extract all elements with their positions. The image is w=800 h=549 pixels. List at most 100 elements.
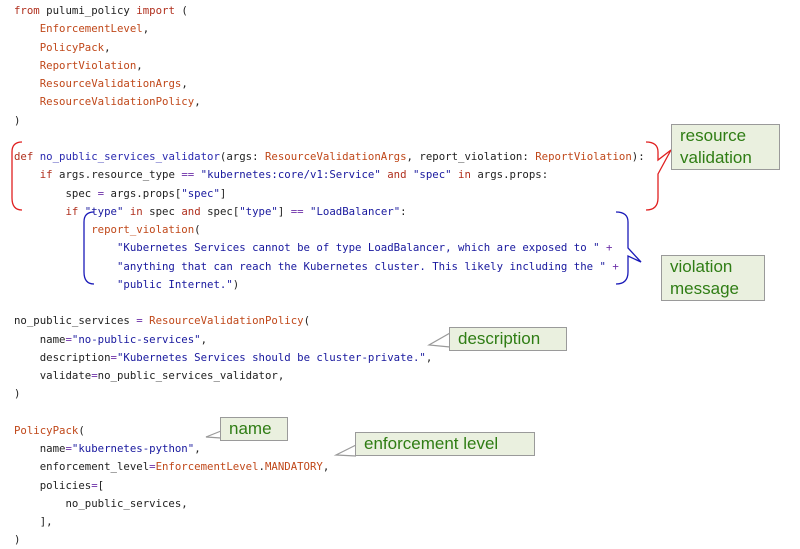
code-line: EnforcementLevel, bbox=[14, 20, 149, 38]
callout-resource-validation: resource validation bbox=[671, 124, 780, 170]
code-line: report_violation( bbox=[14, 221, 201, 239]
code-token: , bbox=[322, 460, 330, 474]
code-token: ], bbox=[14, 515, 53, 528]
code-token: "spec" bbox=[413, 168, 452, 182]
code-token: , bbox=[200, 332, 208, 346]
code-token: "LoadBalancer" bbox=[310, 204, 401, 218]
code-token: ) bbox=[232, 277, 240, 291]
code-token: ( bbox=[303, 314, 311, 328]
code-token: EnforcementLevel bbox=[155, 460, 259, 474]
code-token: name bbox=[14, 442, 66, 455]
code-token: spec[ bbox=[200, 204, 240, 218]
code-token: args.props: bbox=[470, 168, 549, 182]
code-line: ReportViolation, bbox=[14, 57, 143, 75]
code-token: PolicyPack bbox=[39, 40, 105, 54]
code-token: + bbox=[612, 259, 619, 273]
code-line: enforcement_level=EnforcementLevel.MANDA… bbox=[14, 458, 330, 476]
code-token: no_public_services_validator bbox=[39, 150, 220, 163]
code-token: "public Internet." bbox=[116, 277, 233, 291]
code-token: , bbox=[194, 95, 201, 109]
code-token: , bbox=[425, 350, 433, 364]
code-token: spec bbox=[14, 186, 98, 200]
code-line: ) bbox=[14, 531, 20, 549]
code-token: ( bbox=[194, 223, 201, 236]
code-token: "anything that can reach the Kubernetes … bbox=[116, 259, 606, 273]
code-token: if bbox=[65, 204, 79, 218]
code-token: , bbox=[136, 58, 143, 72]
code-token: ) bbox=[14, 113, 21, 127]
code-token: policies bbox=[14, 478, 92, 492]
code-token: validate bbox=[14, 369, 92, 382]
code-line: policies=[ bbox=[14, 477, 104, 495]
code-token: pulumi_policy bbox=[39, 4, 137, 17]
code-token: report_violation bbox=[91, 223, 195, 236]
code-token: no_public_services bbox=[14, 314, 137, 328]
code-line: "public Internet.") bbox=[14, 276, 239, 294]
code-token: == bbox=[290, 204, 304, 218]
code-token: ReportViolation bbox=[39, 58, 137, 72]
code-line: ResourceValidationArgs, bbox=[14, 75, 188, 93]
code-token: "spec" bbox=[181, 186, 220, 200]
callout-violation-message: violation message bbox=[661, 255, 765, 301]
code-token: ): bbox=[631, 150, 645, 163]
code-token: no_public_services, bbox=[14, 496, 188, 510]
code-token: and bbox=[387, 168, 407, 182]
code-token: spec bbox=[142, 204, 182, 218]
code-token: ReportViolation bbox=[535, 150, 632, 163]
code-token: ] bbox=[277, 204, 291, 218]
code-line: if "type" in spec and spec["type"] == "L… bbox=[14, 203, 407, 221]
code-token: , bbox=[142, 22, 150, 36]
code-token: "kubernetes:core/v1:Service" bbox=[200, 168, 381, 182]
code-token: MANDATORY bbox=[264, 460, 323, 474]
code-token: : bbox=[400, 204, 407, 218]
code-token: "type" bbox=[239, 204, 278, 218]
code-token: == bbox=[181, 168, 195, 182]
code-token: enforcement_level bbox=[14, 460, 150, 474]
code-token: "Kubernetes Services cannot be of type L… bbox=[116, 241, 600, 255]
code-token: (args: bbox=[219, 150, 265, 163]
code-token: , report_violation: bbox=[406, 150, 536, 163]
code-token: args.resource_type bbox=[52, 168, 182, 182]
code-line: from pulumi_policy import ( bbox=[14, 2, 188, 20]
code-token: ) bbox=[14, 533, 21, 547]
code-token: in bbox=[129, 204, 143, 218]
code-token: ResourceValidationPolicy bbox=[39, 95, 195, 109]
code-token: "no-public-services" bbox=[71, 332, 201, 346]
code-line: ) bbox=[14, 112, 20, 130]
code-line: no_public_services = ResourceValidationP… bbox=[14, 312, 310, 330]
code-token: ResourceValidationPolicy bbox=[149, 314, 304, 328]
code-token: description bbox=[14, 350, 111, 364]
code-token: and bbox=[181, 204, 201, 218]
code-token: ] bbox=[219, 186, 227, 200]
code-line: description="Kubernetes Services should … bbox=[14, 349, 433, 367]
code-line: ], bbox=[14, 513, 53, 531]
code-token: "Kubernetes Services should be cluster-p… bbox=[116, 350, 426, 364]
code-line: ResourceValidationPolicy, bbox=[14, 93, 201, 111]
code-token: no_public_services_validator, bbox=[97, 369, 285, 382]
code-line: spec = args.props["spec"] bbox=[14, 185, 226, 203]
callout-enforcement-level: enforcement level bbox=[355, 432, 535, 456]
code-line: "Kubernetes Services cannot be of type L… bbox=[14, 239, 612, 257]
code-token: , bbox=[194, 442, 201, 455]
code-token: ( bbox=[78, 423, 85, 437]
code-line: "anything that can reach the Kubernetes … bbox=[14, 258, 619, 276]
code-token: + bbox=[605, 241, 613, 255]
code-line: no_public_services, bbox=[14, 495, 188, 513]
callout-name: name bbox=[220, 417, 288, 441]
code-token: def bbox=[14, 150, 34, 163]
code-token: in bbox=[458, 168, 471, 182]
code-token: , bbox=[104, 40, 111, 54]
code-token: , bbox=[181, 77, 188, 90]
code-line: name="kubernetes-python", bbox=[14, 440, 201, 458]
code-line: PolicyPack, bbox=[14, 39, 111, 57]
